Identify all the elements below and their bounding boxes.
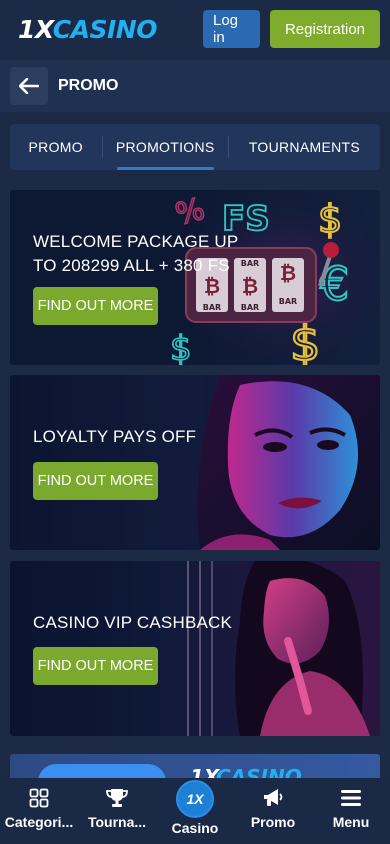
bitcoin-symbol: ₿	[242, 274, 258, 298]
bitcoin-symbol: ₿	[280, 261, 296, 285]
back-button[interactable]	[10, 67, 48, 105]
registration-button[interactable]: Registration	[270, 10, 380, 48]
nav-categories[interactable]: Categori...	[0, 778, 78, 844]
casino-logo-icon: 1X	[176, 780, 214, 818]
hamburger-icon	[340, 787, 362, 809]
promo-card-vip-cashback[interactable]: CASINO VIP CASHBACK FIND OUT MORE	[10, 561, 380, 736]
nav-label: Categori...	[4, 814, 74, 830]
nav-label: Menu	[332, 814, 370, 830]
lever-knob	[323, 242, 339, 258]
dollar-neon-top: $	[318, 197, 342, 241]
logo-prefix: 1X	[18, 14, 53, 44]
find-out-more-button[interactable]: FIND OUT MORE	[33, 287, 158, 325]
promo-title: LOYALTY PAYS OFF	[33, 427, 197, 446]
find-out-more-button[interactable]: FIND OUT MORE	[33, 647, 158, 685]
tab-tournaments[interactable]: TOURNAMENTS	[229, 124, 380, 170]
nav-promo[interactable]: Promo	[234, 778, 312, 844]
page-title: PROMO	[58, 77, 119, 94]
promo-tabs: PROMO PROMOTIONS TOURNAMENTS	[10, 124, 380, 170]
arrow-left-icon	[19, 78, 39, 94]
nav-label: Tourna...	[87, 814, 147, 830]
neon-portrait-illustration	[197, 375, 380, 550]
nav-label: Promo	[250, 814, 296, 830]
vip-woman-illustration	[160, 561, 380, 736]
find-out-more-button[interactable]: FIND OUT MORE	[33, 462, 158, 500]
top-header: 1XCASINO Log in Registration	[0, 0, 390, 58]
nav-tournaments[interactable]: Tourna...	[78, 778, 156, 844]
promo-title: WELCOME PACKAGE UP TO 208299 ALL + 380 F…	[33, 230, 238, 278]
euro-neon: €	[320, 257, 349, 311]
promo-title-line: TO 208299 ALL + 380 FS	[33, 256, 230, 275]
logo-suffix: CASINO	[52, 14, 158, 44]
grid-icon	[29, 787, 49, 809]
dollar-neon-bottom: $	[290, 316, 321, 365]
bar-label: BAR	[241, 259, 259, 268]
promo-card-loyalty[interactable]: LOYALTY PAYS OFF FIND OUT MORE	[10, 375, 380, 550]
bottom-navigation: Categori... Tourna... 1X Casino Promo Me…	[0, 778, 390, 844]
tab-promo[interactable]: PROMO	[10, 124, 102, 170]
promo-card-welcome[interactable]: % FS $ € $ $ ₿ ₿ ₿ BAR BAR BAR BAR WELCO…	[10, 190, 380, 365]
nav-casino[interactable]: 1X Casino	[156, 778, 234, 844]
nav-label: Casino	[171, 820, 219, 836]
login-button[interactable]: Log in	[203, 10, 260, 48]
trophy-icon	[106, 787, 128, 809]
nav-menu[interactable]: Menu	[312, 778, 390, 844]
bar-label: BAR	[241, 303, 259, 312]
tab-promotions[interactable]: PROMOTIONS	[103, 124, 228, 170]
bar-label: BAR	[203, 303, 221, 312]
bar-label: BAR	[279, 297, 297, 306]
dollar-neon-left: $	[170, 329, 192, 365]
megaphone-icon	[262, 787, 284, 809]
page-title-bar: PROMO	[0, 60, 390, 112]
promo-title: CASINO VIP CASHBACK	[33, 613, 233, 632]
promo-title-line: WELCOME PACKAGE UP	[33, 232, 239, 251]
app-logo[interactable]: 1XCASINO	[18, 15, 203, 44]
